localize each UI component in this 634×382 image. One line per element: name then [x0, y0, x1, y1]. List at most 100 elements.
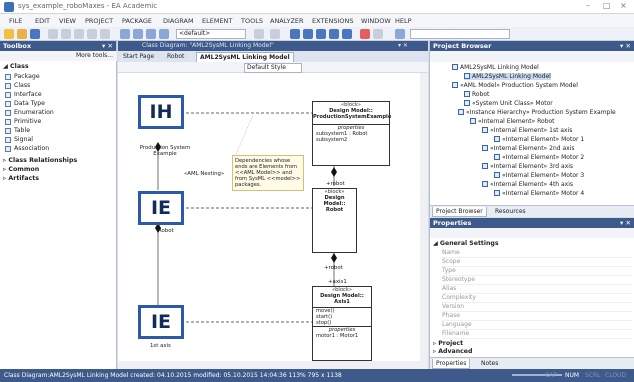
tree-item[interactable]: AML2SysML Linking Model	[452, 64, 539, 71]
tree-item[interactable]: «System Unit Class» Motor	[464, 100, 553, 107]
group-general-settings[interactable]: ◢ General Settings	[433, 240, 499, 247]
toolbox-item-datatype[interactable]: Data Type	[5, 100, 45, 107]
group-advanced[interactable]: ▹ Advanced	[433, 348, 472, 355]
properties-pin-icon[interactable]: ▾ ✕	[620, 218, 631, 228]
tree-item[interactable]: «AML Model» Production System Model	[452, 82, 578, 89]
tree-item[interactable]: «Internal Element» 3rd axis	[482, 163, 573, 170]
menu-extensions[interactable]: EXTENSIONS	[312, 17, 354, 25]
menu-package[interactable]: PACKAGE	[122, 17, 152, 25]
ih-icon[interactable]: IH	[138, 95, 184, 129]
toolbox-item-enumeration[interactable]: Enumeration	[5, 109, 54, 116]
menu-tools[interactable]: TOOLS	[241, 17, 263, 25]
menu-file[interactable]: FILE	[9, 17, 22, 25]
tree-item[interactable]: AML2SysML Linking Model	[464, 73, 551, 80]
note-dependencies[interactable]: Dependencies whose ends are Elements fro…	[232, 155, 304, 191]
ie-icon-robot[interactable]: IE	[138, 191, 184, 225]
tree-item[interactable]: «Internal Element» Motor 1	[494, 136, 584, 143]
tree-item[interactable]: Robot	[464, 91, 489, 98]
menu-view[interactable]: VIEW	[59, 17, 76, 25]
tab-robot[interactable]: Robot	[164, 52, 187, 62]
tab-properties[interactable]: Properties	[432, 359, 471, 369]
block-axis1[interactable]: «block» Design Model:: Axis1 move() star…	[312, 286, 372, 361]
tab-notes[interactable]: Notes	[478, 359, 501, 369]
toolbox-item-package[interactable]: Package	[5, 73, 40, 80]
toolbox-item-association[interactable]: Association	[5, 145, 49, 152]
group-artifacts[interactable]: ▹ Artifacts	[3, 175, 39, 182]
tab-start-page[interactable]: Start Page	[120, 52, 157, 62]
pen-icon[interactable]	[373, 29, 383, 39]
tree-item[interactable]: «Internal Element» 2nd axis	[482, 145, 574, 152]
open-icon[interactable]	[17, 29, 27, 39]
menu-help[interactable]: HELP	[395, 17, 412, 25]
image-icon[interactable]	[316, 29, 326, 39]
prop-alias[interactable]: Alias	[442, 285, 632, 294]
toolbox-item-primitive[interactable]: Primitive	[5, 118, 41, 125]
block-robot[interactable]: «block» Design Model:: Robot	[312, 188, 357, 253]
prop-filename[interactable]: Filename	[442, 330, 632, 339]
diagram-icon[interactable]	[120, 29, 130, 39]
block-production-system-example[interactable]: «block» Design Model:: ProductionSystemE…	[312, 101, 391, 166]
font-icon[interactable]	[329, 29, 339, 39]
window-icon[interactable]	[395, 29, 405, 39]
toolbox-pin-icon[interactable]: ▾ ✕	[102, 41, 113, 51]
prop-version[interactable]: Version	[442, 303, 632, 312]
group-common[interactable]: ▹ Common	[3, 166, 39, 173]
diagram-vertical-scrollbar[interactable]	[420, 73, 428, 369]
diagram-horizontal-scrollbar[interactable]	[118, 361, 420, 369]
tree-item[interactable]: «Internal Element» Motor 2	[494, 154, 584, 161]
layout-icon[interactable]	[270, 29, 280, 39]
style-select[interactable]: Default Style	[244, 63, 302, 73]
tree-item[interactable]: «Internal Element» Motor 3	[494, 172, 584, 179]
menu-analyzer[interactable]: ANALYZER	[270, 17, 304, 25]
minimize-button[interactable]: –	[586, 1, 590, 10]
link-icon[interactable]	[146, 29, 156, 39]
tree-item[interactable]: «Internal Element» 4th axis	[482, 181, 573, 188]
prop-language[interactable]: Language	[442, 321, 632, 330]
color-icon[interactable]	[360, 29, 370, 39]
menu-diagram[interactable]: DIAGRAM	[163, 17, 194, 25]
tab-resources[interactable]: Resources	[492, 207, 529, 217]
prop-stereotype[interactable]: Stereotype	[442, 276, 632, 285]
browser-pin-icon[interactable]: ▾ ✕	[620, 41, 631, 51]
menu-project[interactable]: PROJECT	[85, 17, 113, 25]
paste-icon[interactable]	[74, 29, 84, 39]
grid-icon[interactable]	[290, 29, 300, 39]
prop-type[interactable]: Type	[442, 267, 632, 276]
prop-scope[interactable]: Scope	[442, 258, 632, 267]
tree-item[interactable]: «Instance Hierarchy» Production System E…	[458, 109, 616, 116]
table-icon[interactable]	[303, 29, 313, 39]
ie-icon-axis[interactable]: IE	[138, 305, 184, 339]
search-icon[interactable]	[159, 29, 169, 39]
tree-item[interactable]: «Internal Element» Robot	[470, 118, 555, 125]
globe-icon[interactable]	[254, 29, 264, 39]
undo-icon[interactable]	[87, 29, 97, 39]
tree-item[interactable]: «Internal Element» Motor 4	[494, 190, 584, 197]
diagram-canvas[interactable]: IH IE IE Production System Example «AML …	[118, 73, 420, 361]
tab-aml2sysml[interactable]: AML2SysML Linking Model	[196, 52, 294, 62]
toolbox-item-table[interactable]: Table	[5, 127, 30, 134]
maximize-button[interactable]: □	[603, 1, 611, 10]
group-class[interactable]: ◢ Class	[3, 63, 29, 70]
more-tools-link[interactable]: More tools...	[76, 52, 113, 59]
tree-item[interactable]: «Internal Element» 1st axis	[482, 127, 572, 134]
close-button[interactable]: ×	[620, 1, 627, 10]
prop-name[interactable]: Name	[442, 249, 632, 258]
tab-project-browser[interactable]: Project Browser	[432, 207, 487, 217]
prop-phase[interactable]: Phase	[442, 312, 632, 321]
toolbar-field[interactable]	[410, 29, 510, 39]
copy-icon[interactable]	[61, 29, 71, 39]
group-project[interactable]: ▹ Project	[433, 340, 463, 347]
perspective-select[interactable]: <default>	[176, 29, 246, 39]
fill-icon[interactable]	[342, 29, 352, 39]
menu-edit[interactable]: EDIT	[35, 17, 50, 25]
toolbox-item-class[interactable]: Class	[5, 82, 30, 89]
toolbox-item-interface[interactable]: Interface	[5, 91, 42, 98]
prop-complexity[interactable]: Complexity	[442, 294, 632, 303]
menu-element[interactable]: ELEMENT	[202, 17, 232, 25]
diagram-nav-icon[interactable]: ▾ ✕	[398, 42, 408, 49]
new-icon[interactable]	[4, 29, 14, 39]
cut-icon[interactable]	[48, 29, 58, 39]
group-class-relationships[interactable]: ▹ Class Relationships	[3, 157, 77, 164]
toolbox-item-signal[interactable]: Signal	[5, 136, 33, 143]
redo-icon[interactable]	[100, 29, 110, 39]
